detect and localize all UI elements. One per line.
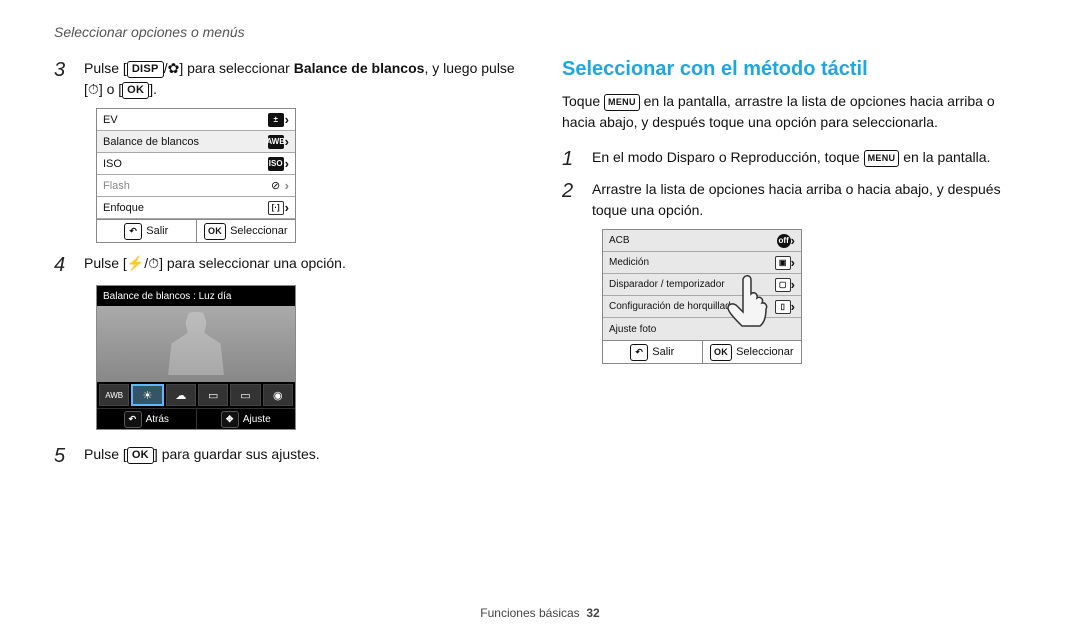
breadcrumb: Seleccionar opciones o menús: [54, 24, 522, 40]
page-footer: Funciones básicas 32: [0, 606, 1080, 620]
cloud-icon: ☁: [175, 389, 186, 402]
chevron-right-icon: ›: [791, 299, 795, 314]
footer-back[interactable]: ↶Salir: [97, 220, 196, 242]
step-number: 1: [562, 147, 580, 171]
step-4: 4 Pulse [⚡/⏱] para seleccionar una opció…: [54, 253, 522, 277]
key-disp: DISP: [127, 61, 164, 78]
sun-icon: ☀: [143, 389, 153, 402]
flash-icon: ⚡: [127, 255, 144, 271]
step-number: 5: [54, 444, 72, 468]
menu-row-focus[interactable]: Enfoque[·]›: [97, 197, 295, 219]
bracket-icon: ▯: [775, 300, 791, 314]
acb-off-icon: off: [777, 234, 791, 248]
menu-row-meter[interactable]: Medición▣›: [603, 252, 801, 274]
wb-option-selected[interactable]: ☀: [131, 384, 163, 406]
focus-icon: [·]: [268, 201, 284, 215]
timer-icon: ⏱: [148, 255, 159, 271]
menu-row-shutter[interactable]: Disparador / temporizador▢›: [603, 274, 801, 296]
step-number: 3: [54, 58, 72, 82]
preview-image: [97, 306, 295, 382]
chevron-right-icon: ›: [285, 200, 289, 215]
chevron-right-icon: ›: [285, 178, 289, 193]
section-heading: Seleccionar con el método táctil: [562, 58, 1030, 81]
key-ok: OK: [122, 82, 149, 99]
menu-row-wb[interactable]: Balance de blancosAWB›: [97, 131, 295, 153]
figure-touch-menu: ACBoff› Medición▣› Disparador / temporiz…: [602, 229, 802, 364]
intro-paragraph: Toque MENU en la pantalla, arrastre la l…: [562, 91, 1030, 133]
wb-option[interactable]: ▭: [230, 384, 260, 406]
chevron-right-icon: ›: [791, 233, 795, 248]
metering-icon: ▣: [775, 256, 791, 270]
awb-icon: AWB: [268, 135, 284, 149]
step-text: Pulse [DISP/✿] para seleccionar Balance …: [84, 58, 522, 100]
footer-back[interactable]: ↶Salir: [603, 341, 702, 363]
wb-option[interactable]: AWB: [99, 384, 129, 406]
footer-select[interactable]: OKSeleccionar: [196, 220, 296, 242]
step-1: 1 En el modo Disparo o Reproducción, toq…: [562, 147, 1030, 171]
footer-back[interactable]: ↶Atrás: [97, 409, 196, 429]
figure-wb-preview: Balance de blancos : Luz día AWB ☀ ☁ ▭ ▭…: [96, 285, 296, 430]
tungsten-icon: ◉: [273, 389, 283, 402]
shutter-icon: ▢: [775, 278, 791, 292]
chevron-right-icon: ›: [791, 277, 795, 292]
footer-select[interactable]: OKSeleccionar: [702, 341, 802, 363]
timer-icon: ⏱: [88, 81, 99, 97]
key-menu: MENU: [864, 150, 900, 167]
back-icon: ↶: [630, 344, 648, 361]
fluorescent-icon: ▭: [208, 389, 218, 402]
key-ok: OK: [127, 447, 154, 464]
key-ok: OK: [710, 344, 732, 361]
chevron-right-icon: ›: [285, 156, 289, 171]
preview-title: Balance de blancos : Luz día: [97, 286, 295, 306]
step-5: 5 Pulse [OK] para guardar sus ajustes.: [54, 444, 522, 468]
menu-row-iso[interactable]: ISOISO›: [97, 153, 295, 175]
step-number: 4: [54, 253, 72, 277]
iso-icon: ISO: [268, 157, 284, 171]
wb-option[interactable]: ◉: [263, 384, 293, 406]
menu-row-bracket[interactable]: Configuración de horquillado▯›: [603, 296, 801, 318]
silhouette-icon: [161, 312, 231, 382]
step-number: 2: [562, 179, 580, 203]
fluorescent2-icon: ▭: [240, 389, 250, 402]
wb-option[interactable]: ▭: [198, 384, 228, 406]
key-menu: MENU: [604, 94, 640, 111]
menu-row-photoadj[interactable]: Ajuste foto: [603, 318, 801, 340]
macro-icon: ✿: [168, 60, 180, 76]
flash-off-icon: ⊘: [267, 179, 285, 193]
step-3: 3 Pulse [DISP/✿] para seleccionar Balanc…: [54, 58, 522, 100]
dpad-icon: ✥: [221, 411, 239, 428]
key-ok: OK: [204, 223, 226, 240]
chevron-right-icon: ›: [285, 134, 289, 149]
back-icon: ↶: [124, 223, 142, 240]
back-icon: ↶: [124, 411, 142, 428]
menu-row-flash: Flash⊘›: [97, 175, 295, 197]
chevron-right-icon: ›: [285, 112, 289, 127]
footer-adjust[interactable]: ✥Ajuste: [196, 409, 296, 429]
menu-row-acb[interactable]: ACBoff›: [603, 230, 801, 252]
chevron-right-icon: ›: [791, 255, 795, 270]
ev-icon: ±: [268, 113, 284, 127]
wb-option[interactable]: ☁: [166, 384, 196, 406]
wb-thumbs[interactable]: AWB ☀ ☁ ▭ ▭ ◉: [97, 382, 295, 408]
menu-row-ev[interactable]: EV±›: [97, 109, 295, 131]
step-2: 2 Arrastre la lista de opciones hacia ar…: [562, 179, 1030, 221]
figure-menu-list: EV±› Balance de blancosAWB› ISOISO› Flas…: [96, 108, 296, 243]
awb-icon: AWB: [105, 391, 123, 400]
